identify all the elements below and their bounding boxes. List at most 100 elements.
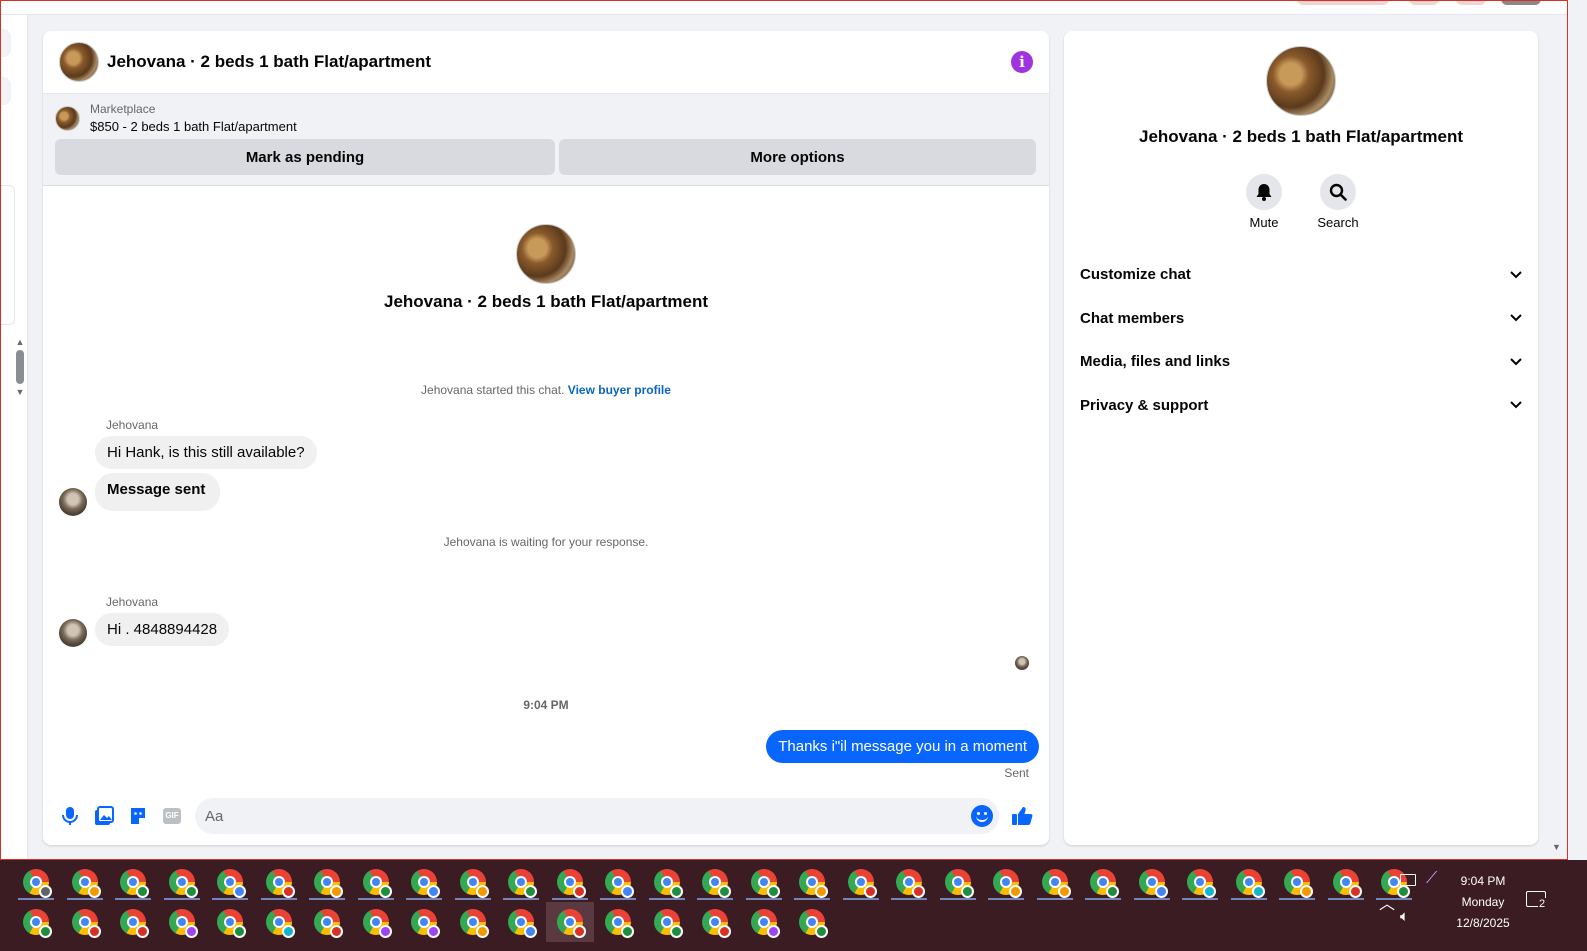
my-message-bubble[interactable]: Thanks i"il message you in a moment <box>766 730 1039 763</box>
search-icon[interactable] <box>1320 174 1356 210</box>
taskbar-app-button[interactable] <box>158 902 207 942</box>
sticker-icon[interactable] <box>126 804 150 828</box>
taskbar-app-button[interactable] <box>837 862 886 902</box>
photo-icon[interactable] <box>92 804 116 828</box>
scroll-thumb[interactable] <box>16 350 24 384</box>
sender-avatar[interactable] <box>59 488 87 516</box>
taskbar-app-button[interactable] <box>740 902 789 942</box>
thumbs-up-icon[interactable] <box>1010 804 1034 828</box>
page-scroll-down-icon[interactable]: ▼ <box>1552 842 1561 852</box>
profile-badge-icon <box>330 925 344 938</box>
taskbar-app-button[interactable] <box>61 862 110 902</box>
taskbar-app-button[interactable] <box>497 902 546 942</box>
profile-badge-icon <box>815 885 829 898</box>
info-icon[interactable]: i <box>1011 51 1033 73</box>
topbar-avatar[interactable] <box>1501 1 1541 5</box>
view-buyer-profile-link[interactable]: View buyer profile <box>568 383 671 397</box>
mute-action[interactable]: Mute <box>1244 174 1284 230</box>
taskbar-app-button[interactable] <box>982 862 1031 902</box>
scroll-up-arrow-icon[interactable]: ▲ <box>13 337 27 347</box>
taskbar-app-button[interactable] <box>1273 862 1322 902</box>
scroll-down-arrow-icon[interactable]: ▼ <box>13 387 27 397</box>
taskbar-app-button[interactable] <box>352 902 401 942</box>
chat-avatar[interactable] <box>59 42 99 82</box>
listing-kicker: Marketplace <box>90 102 156 116</box>
taskbar-app-button[interactable] <box>934 862 983 902</box>
message-list[interactable]: Jehovana · 2 beds 1 bath Flat/apartment … <box>43 186 1049 794</box>
sender-avatar[interactable] <box>59 619 87 647</box>
taskbar-row-1 <box>12 862 1419 902</box>
taskbar-app-button[interactable] <box>1079 862 1128 902</box>
gif-icon[interactable]: GIF <box>160 804 184 828</box>
taskbar-clock[interactable]: 9:04 PM Monday 12/8/2025 <box>1442 871 1524 934</box>
taskbar-app-button[interactable] <box>158 862 207 902</box>
taskbar-app-button[interactable] <box>61 902 110 942</box>
show-hidden-icons-chevron-icon[interactable]: ︿ <box>1379 890 1395 914</box>
message-bubble[interactable]: Hi Hank, is this still available? <box>95 436 317 469</box>
topbar-pill[interactable] <box>1297 1 1389 5</box>
chrome-profile-icon <box>23 869 53 898</box>
mute-label: Mute <box>1249 215 1279 230</box>
taskbar-app-button[interactable] <box>303 902 352 942</box>
taskbar-app-button[interactable] <box>1322 862 1371 902</box>
chat-title[interactable]: Jehovana · 2 beds 1 bath Flat/apartment <box>107 52 1011 72</box>
taskbar-app-button[interactable] <box>740 862 789 902</box>
taskbar-app-button[interactable] <box>497 862 546 902</box>
listing-summary[interactable]: Marketplace $850 - 2 beds 1 bath Flat/ap… <box>55 102 1037 134</box>
taskbar-app-button[interactable] <box>109 902 158 942</box>
more-options-button[interactable]: More options <box>559 139 1036 175</box>
taskbar-app-button[interactable] <box>643 862 692 902</box>
message-input[interactable] <box>205 807 971 825</box>
taskbar-app-button[interactable] <box>255 862 304 902</box>
taskbar-app-button[interactable] <box>12 862 61 902</box>
taskbar-app-button[interactable] <box>449 862 498 902</box>
info-avatar[interactable] <box>1266 46 1336 116</box>
taskbar-app-button[interactable] <box>255 902 304 942</box>
taskbar-app-button[interactable] <box>691 902 740 942</box>
taskbar-app-button[interactable] <box>594 862 643 902</box>
message-input-wrapper[interactable] <box>195 798 999 834</box>
taskbar-app-button[interactable] <box>546 862 595 902</box>
taskbar-app-button[interactable] <box>303 862 352 902</box>
taskbar-app-button[interactable] <box>400 862 449 902</box>
taskbar-app-button[interactable] <box>788 902 837 942</box>
taskbar-app-button[interactable] <box>206 902 255 942</box>
search-action[interactable]: Search <box>1317 174 1359 230</box>
pen-icon[interactable]: ⟋ <box>1426 870 1437 888</box>
taskbar-app-button[interactable] <box>643 902 692 942</box>
mark-as-pending-button[interactable]: Mark as pending <box>55 139 555 175</box>
taskbar-app-button[interactable] <box>594 902 643 942</box>
left-rail <box>1 15 28 859</box>
section-chat-members[interactable]: Chat members <box>1080 297 1522 341</box>
taskbar-app-button[interactable] <box>1225 862 1274 902</box>
taskbar-app-button[interactable] <box>109 862 158 902</box>
section-customize-chat[interactable]: Customize chat <box>1080 253 1522 297</box>
chat-list-scrollbar[interactable]: ▲ ▼ <box>13 337 27 399</box>
rail-button[interactable] <box>1 29 11 57</box>
listing-price: $850 - 2 beds 1 bath Flat/apartment <box>90 119 297 134</box>
topbar-pill[interactable] <box>1409 1 1439 5</box>
topbar-pill[interactable] <box>1456 1 1486 5</box>
microphone-icon[interactable] <box>58 804 82 828</box>
section-media-files-links[interactable]: Media, files and links <box>1080 340 1522 384</box>
taskbar-app-button[interactable] <box>788 862 837 902</box>
profile-badge-icon <box>136 925 150 938</box>
taskbar-app-button[interactable] <box>352 862 401 902</box>
taskbar-app-button[interactable] <box>691 862 740 902</box>
volume-icon[interactable]: 🔈︎ <box>1400 908 1409 925</box>
taskbar-app-button[interactable] <box>885 862 934 902</box>
rail-button[interactable] <box>1 77 11 105</box>
taskbar-app-button[interactable] <box>545 902 594 942</box>
section-privacy-support[interactable]: Privacy & support <box>1080 384 1522 428</box>
taskbar-app-button[interactable] <box>1031 862 1080 902</box>
taskbar-app-button[interactable] <box>206 862 255 902</box>
taskbar-app-button[interactable] <box>449 902 498 942</box>
message-bubble[interactable]: Message sent <box>95 473 221 511</box>
emoji-icon[interactable] <box>971 805 993 827</box>
bell-icon[interactable] <box>1246 174 1282 210</box>
taskbar-app-button[interactable] <box>400 902 449 942</box>
taskbar-app-button[interactable] <box>1176 862 1225 902</box>
message-bubble[interactable]: Hi . 4848894428 <box>95 613 230 646</box>
taskbar-app-button[interactable] <box>12 902 61 942</box>
taskbar-app-button[interactable] <box>1128 862 1177 902</box>
